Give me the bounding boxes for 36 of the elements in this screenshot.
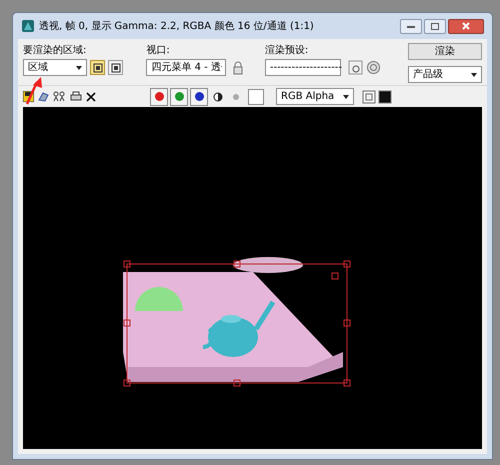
channel-toggle[interactable] [190,88,208,106]
edit-region-button[interactable] [90,60,105,75]
clone-icon[interactable] [53,91,66,102]
area-dropdown[interactable]: 区域 [23,59,87,76]
caret-icon [76,66,82,70]
close-icon[interactable] [86,92,96,102]
display-toggle-icon[interactable] [362,90,376,104]
maximize-icon [431,22,439,30]
close-icon [462,22,470,30]
minimize-button[interactable] [400,18,422,34]
caret-icon [343,94,349,98]
maximize-button[interactable] [424,18,446,34]
preset-dropdown[interactable]: -------------------- [264,59,341,76]
copy-icon[interactable] [38,91,49,102]
caret-icon [471,72,477,76]
settings-icon[interactable] [366,60,381,75]
render-button[interactable]: 渲染 [408,43,482,60]
channel-dropdown[interactable]: RGB Alpha [276,88,354,105]
quality-dropdown[interactable]: 产品级 [408,66,482,83]
preset-load-icon[interactable] [348,60,363,75]
window-title: 透视, 帧 0, 显示 Gamma: 2.2, RGBA 颜色 16 位/通道 (1:1) [39,20,314,34]
channel-toggle[interactable] [170,88,188,106]
auto-region-button[interactable] [108,60,123,75]
print-icon[interactable] [70,91,82,102]
area-label: 要渲染的区域: [23,44,88,56]
close-button[interactable] [448,18,484,34]
preset-label: 渲染预设: [264,44,310,56]
monochrome-icon[interactable] [212,90,224,102]
color-swatch[interactable] [248,88,264,104]
channel-toggle[interactable] [150,88,168,106]
lock-icon[interactable] [232,60,244,74]
display-panel-icon[interactable] [378,90,392,104]
minimize-icon [407,24,415,28]
app-icon [21,19,35,33]
viewport-dropdown[interactable]: 四元菜单 4 - 透 [146,59,226,76]
viewport-label: 视口: [146,44,171,56]
